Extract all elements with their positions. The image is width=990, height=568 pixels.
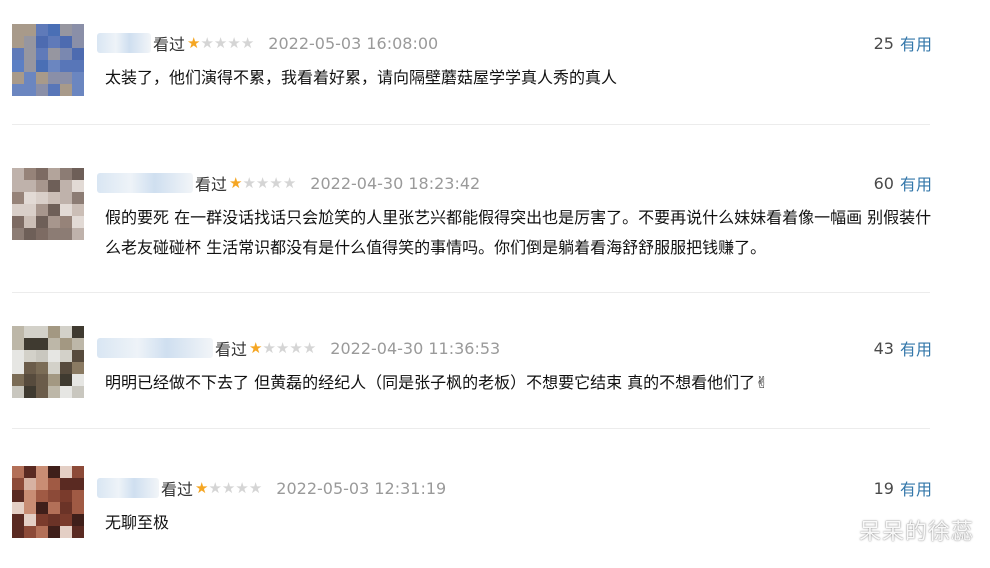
divider (12, 292, 930, 293)
rating-stars: ★ ★ ★ ★ ★ (229, 173, 297, 192)
rating-stars: ★ ★ ★ ★ ★ (195, 478, 263, 497)
star-empty-icon: ★ (275, 338, 290, 357)
star-empty-icon: ★ (242, 173, 256, 192)
star-empty-icon: ★ (208, 478, 222, 497)
star-empty-icon: ★ (221, 478, 236, 497)
watch-status: 看过 (215, 340, 248, 359)
star-empty-icon: ★ (255, 173, 270, 192)
useful-vote-link[interactable]: 有用 (900, 476, 932, 500)
comment-text: 假的要死 在一群没话找话只会尬笑的人里张艺兴都能假得突出也是厉害了。不要再说什么… (105, 208, 932, 257)
watch-status: 看过 (161, 480, 194, 499)
watermark: 呆呆的徐蕊 (858, 520, 974, 545)
rating-stars: ★ ★ ★ ★ ★ (249, 338, 317, 357)
comment-text: 无聊至极 (105, 513, 170, 532)
star-empty-icon: ★ (240, 33, 255, 52)
star-filled-icon: ★ (195, 478, 209, 497)
comment-time: 2022-05-03 12:31:19 (276, 478, 447, 498)
comment-text: 明明已经做不下去了 但黄磊的经纪人（同是张子枫的老板）不想要它结束 真的不想看他… (105, 373, 769, 392)
useful-vote-link[interactable]: 有用 (900, 31, 932, 55)
avatar[interactable] (12, 466, 84, 538)
rating-stars: ★ ★ ★ ★ ★ (187, 33, 255, 52)
useful-count: 25 (873, 33, 894, 53)
username-blurred[interactable] (97, 173, 193, 193)
divider (12, 428, 930, 429)
comment-text: 太装了，他们演得不累，我看着好累，请向隔壁蘑菇屋学学真人秀的真人 (105, 68, 618, 87)
star-empty-icon: ★ (235, 478, 249, 497)
star-empty-icon: ★ (269, 173, 283, 192)
star-empty-icon: ★ (227, 33, 241, 52)
star-empty-icon: ★ (200, 33, 214, 52)
watch-status: 看过 (195, 175, 228, 194)
star-filled-icon: ★ (187, 33, 201, 52)
username-blurred[interactable] (97, 478, 159, 498)
useful-vote-link[interactable]: 有用 (900, 171, 932, 195)
star-empty-icon: ★ (213, 33, 228, 52)
username-blurred[interactable] (97, 338, 213, 358)
divider (12, 124, 930, 125)
comment-time: 2022-04-30 11:36:53 (330, 338, 501, 358)
star-empty-icon: ★ (289, 338, 303, 357)
watch-status: 看过 (153, 35, 186, 54)
avatar[interactable] (12, 24, 84, 96)
useful-count: 43 (873, 338, 894, 358)
star-empty-icon: ★ (302, 338, 317, 357)
star-filled-icon: ★ (229, 173, 243, 192)
username-blurred[interactable] (97, 33, 151, 53)
useful-vote-link[interactable]: 有用 (900, 336, 932, 360)
useful-count: 60 (873, 173, 894, 193)
avatar[interactable] (12, 168, 84, 240)
comment-time: 2022-04-30 18:23:42 (310, 173, 481, 193)
star-filled-icon: ★ (249, 338, 263, 357)
comment-time: 2022-05-03 16:08:00 (268, 33, 439, 53)
useful-count: 19 (873, 478, 894, 498)
star-empty-icon: ★ (248, 478, 263, 497)
star-empty-icon: ★ (262, 338, 276, 357)
star-empty-icon: ★ (282, 173, 297, 192)
avatar[interactable] (12, 326, 84, 398)
